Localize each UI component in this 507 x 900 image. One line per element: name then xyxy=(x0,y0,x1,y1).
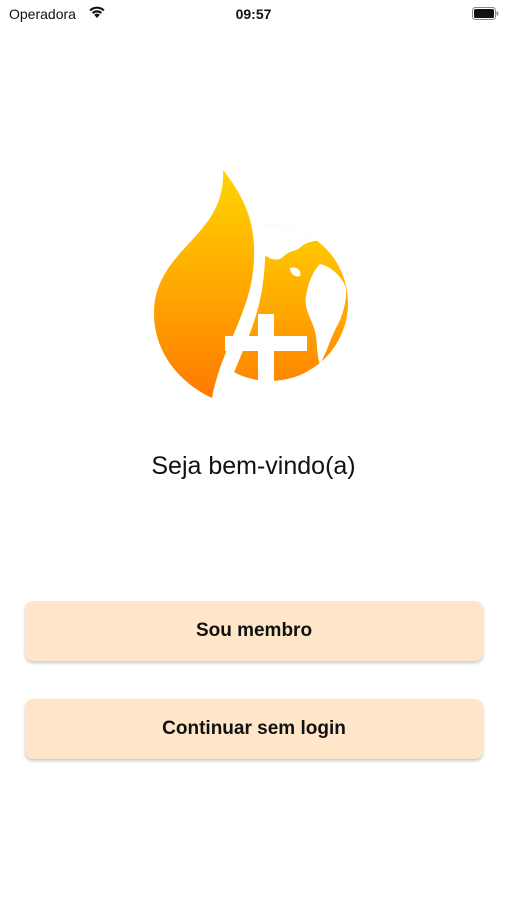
flame-globe-cross-logo xyxy=(154,170,348,408)
status-bar: Operadora 09:57 xyxy=(0,0,507,28)
welcome-screen: Operadora 09:57 Seja bem-vindo(a) Sou me… xyxy=(0,0,507,900)
member-login-label: Sou membro xyxy=(195,620,313,641)
continue-without-login-label: Continuar sem login xyxy=(162,718,346,739)
continue-without-login-button[interactable]: Continuar sem login xyxy=(25,699,483,759)
welcome-title: Seja bem-vindo(a) xyxy=(151,452,356,480)
battery-icon xyxy=(472,7,499,20)
member-login-button[interactable]: Sou membro xyxy=(25,601,483,661)
status-time: 09:57 xyxy=(235,6,272,22)
